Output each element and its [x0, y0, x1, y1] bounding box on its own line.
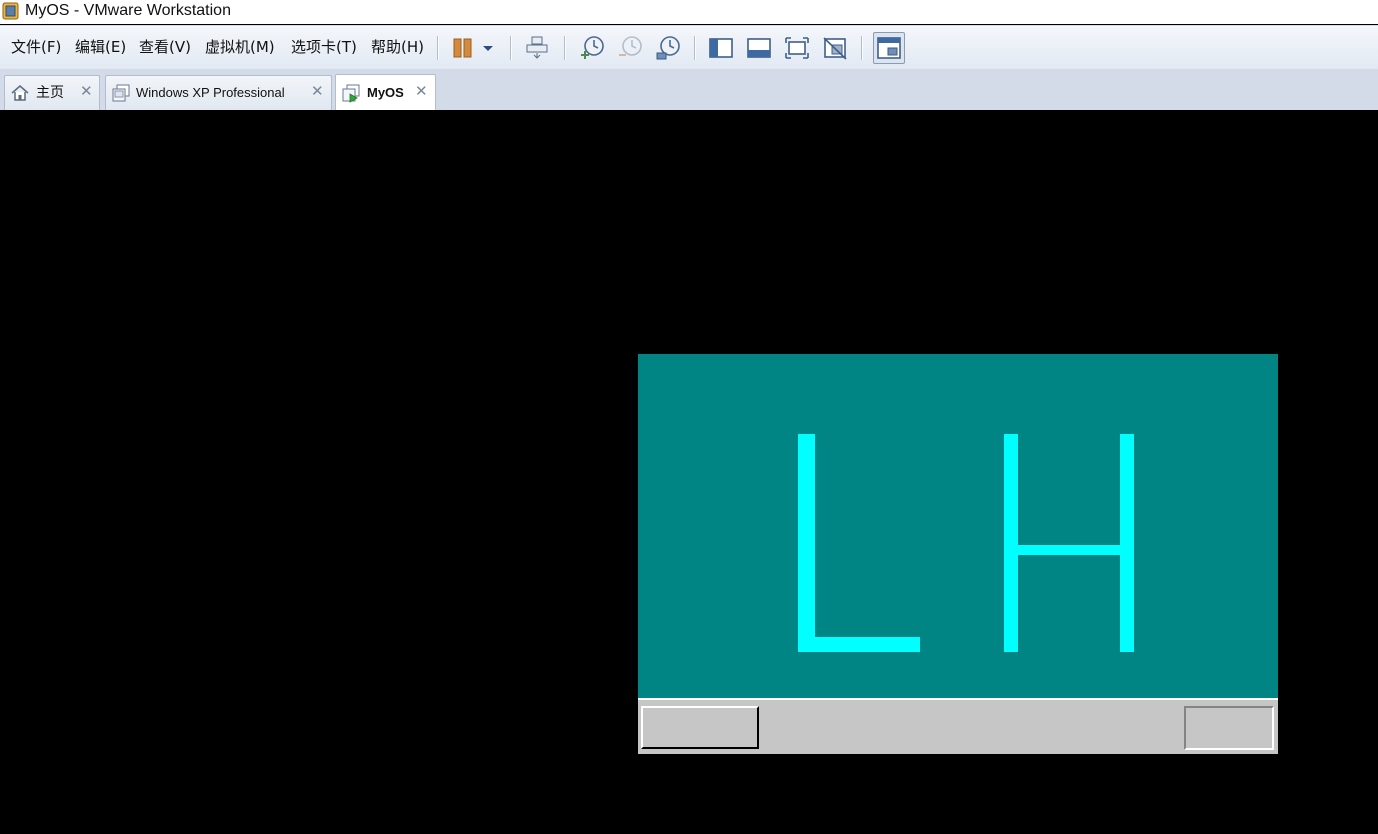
- title-bar: MyOS - VMware Workstation: [0, 0, 1378, 24]
- menu-vm[interactable]: 虚拟机(M): [205, 38, 275, 56]
- send-ctrl-alt-del-icon[interactable]: [523, 34, 551, 62]
- guest-taskbar: [638, 698, 1278, 754]
- vm-icon: [111, 83, 131, 103]
- close-icon[interactable]: ✕: [415, 83, 428, 99]
- take-snapshot-icon[interactable]: [578, 34, 606, 62]
- snapshot-manager-icon[interactable]: [654, 34, 682, 62]
- guest-screen[interactable]: L H: [638, 354, 1278, 754]
- tab-myos-label: MyOS: [367, 85, 404, 100]
- menu-file[interactable]: 文件(F): [11, 38, 61, 56]
- toolbar-separator: [510, 36, 512, 60]
- menu-toolbar: 文件(F) 编辑(E) 查看(V) 虚拟机(M) 选项卡(T) 帮助(H): [0, 25, 1378, 70]
- tab-home-label: 主页: [36, 85, 64, 101]
- guest-glyph-l: L: [798, 434, 920, 652]
- menu-tabs[interactable]: 选项卡(T): [291, 38, 357, 56]
- tab-home[interactable]: 主页 ✕: [4, 75, 100, 110]
- close-icon[interactable]: ✕: [80, 83, 93, 99]
- tab-windows-xp[interactable]: Windows XP Professional ✕: [105, 75, 332, 110]
- menu-view[interactable]: 查看(V): [139, 38, 191, 56]
- vm-running-icon: [341, 83, 361, 103]
- close-icon[interactable]: ✕: [311, 83, 324, 99]
- guest-start-button[interactable]: [641, 706, 759, 749]
- home-icon: [10, 83, 30, 103]
- tab-windows-xp-label: Windows XP Professional: [136, 85, 285, 100]
- toolbar-separator: [861, 36, 863, 60]
- pause-icon[interactable]: [449, 34, 477, 62]
- toolbar-separator: [694, 36, 696, 60]
- tab-myos[interactable]: MyOS ✕: [335, 74, 436, 111]
- toolbar-separator: [437, 36, 439, 60]
- guest-desktop: L H: [638, 354, 1278, 698]
- console-view-icon[interactable]: [873, 32, 905, 64]
- show-library-icon[interactable]: [707, 34, 735, 62]
- menu-edit[interactable]: 编辑(E): [75, 38, 126, 56]
- revert-snapshot-icon[interactable]: [616, 34, 644, 62]
- guest-glyph-h: H: [1004, 434, 1134, 652]
- unity-icon[interactable]: [821, 34, 849, 62]
- pause-dropdown-icon[interactable]: [476, 34, 500, 62]
- toolbar-separator: [564, 36, 566, 60]
- full-screen-icon[interactable]: [783, 34, 811, 62]
- window-title: MyOS - VMware Workstation: [25, 2, 231, 19]
- tab-bar: 主页 ✕ Windows XP Professional ✕ MyOS ✕: [0, 69, 1378, 111]
- guest-system-tray: [1184, 706, 1274, 750]
- vmware-app-icon: [2, 2, 19, 20]
- show-thumbnail-bar-icon[interactable]: [745, 34, 773, 62]
- menu-help[interactable]: 帮助(H): [371, 38, 424, 56]
- vmware-window: MyOS - VMware Workstation 文件(F) 编辑(E) 查看…: [0, 0, 1378, 834]
